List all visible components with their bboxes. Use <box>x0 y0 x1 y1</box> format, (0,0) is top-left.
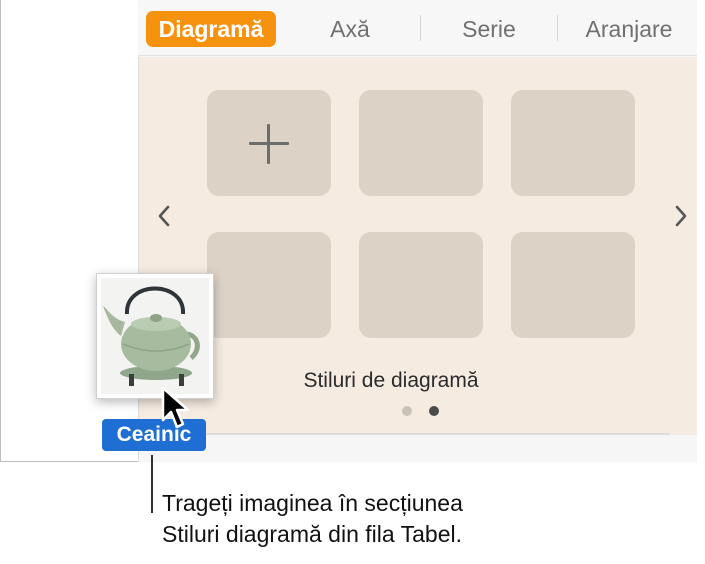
callout-line <box>151 455 153 513</box>
callout-line-1: Trageți imaginea în secțiunea <box>162 490 463 516</box>
chart-style-tile[interactable] <box>359 90 483 196</box>
page-dot-1[interactable] <box>402 406 412 416</box>
tab-axis[interactable]: Axă <box>306 11 394 47</box>
tab-bar: Diagramă Axă Serie Aranjare <box>138 0 697 56</box>
callout-line-2: Stiluri diagramă din fila Tabel. <box>162 521 463 547</box>
page-dot-2[interactable] <box>429 406 439 416</box>
divider <box>139 433 670 435</box>
previous-page-button[interactable] <box>153 200 177 232</box>
teapot-image <box>101 278 209 394</box>
tab-arrange[interactable]: Aranjare <box>570 11 688 47</box>
chart-style-tile[interactable] <box>207 232 331 338</box>
chart-style-tile[interactable] <box>511 90 635 196</box>
tab-separator <box>420 15 421 41</box>
chevron-right-icon <box>675 205 687 227</box>
chart-style-tile[interactable] <box>511 232 635 338</box>
tab-separator <box>557 15 558 41</box>
chart-style-tile[interactable] <box>359 232 483 338</box>
plus-icon <box>207 90 331 196</box>
chevron-left-icon <box>158 205 170 227</box>
chart-styles-label: Stiluri de diagramă <box>303 369 479 392</box>
tab-chart[interactable]: Diagramă <box>146 11 276 47</box>
tab-series[interactable]: Serie <box>434 11 544 47</box>
callout-text: Trageți imaginea în secțiunea Stiluri di… <box>162 488 582 550</box>
pointer-cursor-icon <box>161 386 190 429</box>
dragged-image-thumbnail[interactable] <box>96 273 214 399</box>
add-chart-style-button[interactable] <box>207 90 331 196</box>
next-page-button[interactable] <box>670 200 694 232</box>
